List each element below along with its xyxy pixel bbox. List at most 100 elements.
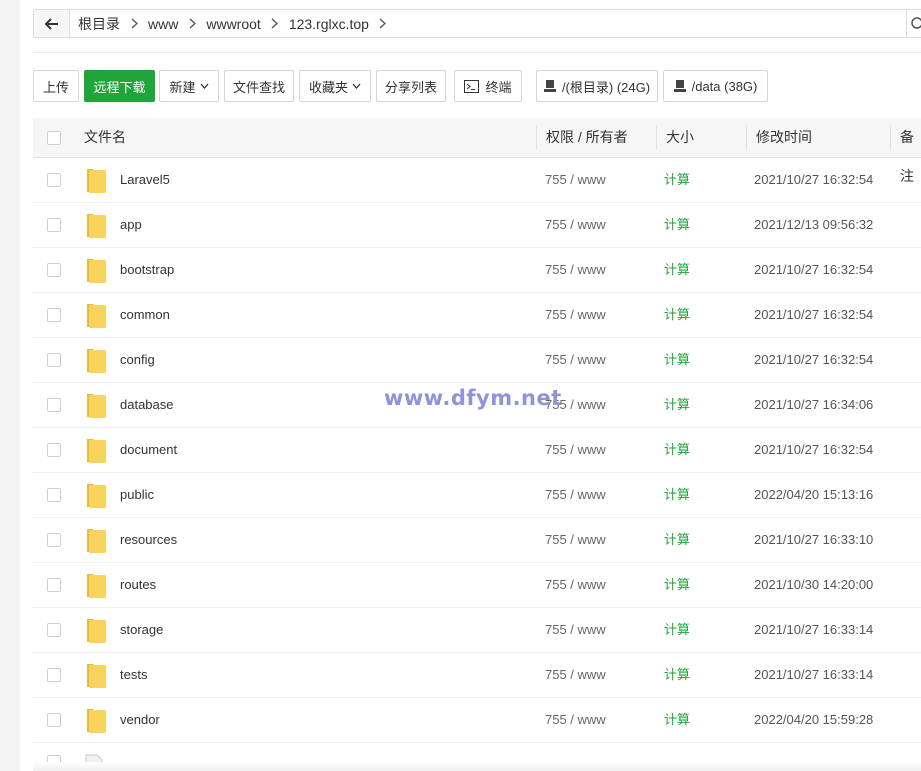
row-checkbox[interactable]: [47, 488, 61, 502]
file-permission[interactable]: 755 / www: [545, 293, 606, 337]
row-checkbox[interactable]: [47, 713, 61, 727]
file-name[interactable]: resources: [120, 518, 177, 562]
file-name[interactable]: common: [120, 293, 170, 337]
file-permission[interactable]: 755 / www: [545, 203, 606, 247]
file-permission[interactable]: 755 / www: [545, 338, 606, 382]
file-name[interactable]: storage: [120, 608, 163, 652]
file-name[interactable]: bootstrap: [120, 248, 174, 292]
file-name[interactable]: document: [120, 428, 177, 472]
row-checkbox[interactable]: [47, 218, 61, 232]
file-permission[interactable]: 755 / www: [545, 428, 606, 472]
calculate-size-link[interactable]: 计算: [664, 563, 690, 607]
calculate-size-link[interactable]: 计算: [664, 428, 690, 472]
table-row[interactable]: tests 755 / www 计算 2021/10/27 16:33:14: [33, 653, 921, 698]
calculate-size-link[interactable]: 计算: [664, 248, 690, 292]
row-checkbox[interactable]: [47, 398, 61, 412]
file-name[interactable]: vendor: [120, 698, 160, 742]
calculate-size-link[interactable]: 计算: [664, 383, 690, 427]
table-row[interactable]: vendor 755 / www 计算 2022/04/20 15:59:28: [33, 698, 921, 743]
arrow-left-icon: [44, 17, 58, 30]
header-size[interactable]: 大小: [666, 118, 694, 157]
path-bar: 根目录 www wwwroot 123.rglxc.top: [33, 9, 921, 38]
column-divider: [746, 126, 747, 150]
file-permission[interactable]: 755 / www: [545, 563, 606, 607]
file-name[interactable]: app: [120, 203, 142, 247]
new-button[interactable]: 新建: [159, 70, 219, 102]
calculate-size-link[interactable]: 计算: [664, 518, 690, 562]
folder-icon: [85, 392, 107, 422]
breadcrumb-root[interactable]: 根目录: [78, 14, 120, 34]
disk-root-button[interactable]: /(根目录) (24G): [536, 70, 658, 102]
remote-download-button[interactable]: 远程下载: [84, 70, 155, 102]
file-permission[interactable]: 755 / www: [545, 158, 606, 202]
folder-icon: [85, 707, 107, 737]
calculate-size-link[interactable]: 计算: [664, 203, 690, 247]
calculate-size-link[interactable]: 计算: [664, 338, 690, 382]
file-name[interactable]: public: [120, 473, 154, 517]
header-mtime[interactable]: 修改时间: [756, 118, 812, 157]
file-search-button[interactable]: 文件查找: [224, 70, 294, 102]
row-checkbox[interactable]: [47, 668, 61, 682]
calculate-size-link[interactable]: 计算: [664, 293, 690, 337]
file-name[interactable]: Laravel5: [120, 158, 170, 202]
favorites-button[interactable]: 收藏夹: [299, 70, 371, 102]
file-permission[interactable]: 755 / www: [545, 608, 606, 652]
folder-icon: [85, 662, 107, 692]
header-permission[interactable]: 权限 / 所有者: [546, 118, 628, 157]
row-checkbox[interactable]: [47, 623, 61, 637]
file-mtime: 2021/10/27 16:34:06: [754, 397, 874, 412]
breadcrumb-wwwroot[interactable]: wwwroot: [206, 16, 260, 32]
terminal-button[interactable]: 终端: [454, 70, 522, 102]
breadcrumb-site[interactable]: 123.rglxc.top: [289, 16, 369, 32]
file-permission[interactable]: 755 / www: [545, 473, 606, 517]
search-icon: [911, 16, 921, 29]
folder-icon: [85, 257, 107, 287]
table-row[interactable]: public 755 / www 计算 2022/04/20 15:13:16: [33, 473, 921, 518]
table-row[interactable]: common 755 / www 计算 2021/10/27 16:32:54: [33, 293, 921, 338]
search-button[interactable]: [906, 10, 921, 37]
breadcrumb-www[interactable]: www: [148, 16, 178, 32]
row-checkbox[interactable]: [47, 263, 61, 277]
header-note[interactable]: 备注: [900, 118, 921, 184]
table-header: 文件名 权限 / 所有者 大小 修改时间 备注: [33, 118, 921, 184]
row-checkbox[interactable]: [47, 173, 61, 187]
table-row[interactable]: bootstrap 755 / www 计算 2021/10/27 16:32:…: [33, 248, 921, 293]
table-row[interactable]: config 755 / www 计算 2021/10/27 16:32:54: [33, 338, 921, 383]
table-row[interactable]: document 755 / www 计算 2021/10/27 16:32:5…: [33, 428, 921, 473]
calculate-size-link[interactable]: 计算: [664, 608, 690, 652]
back-button[interactable]: [34, 10, 70, 37]
row-checkbox[interactable]: [47, 578, 61, 592]
file-name[interactable]: routes: [120, 563, 156, 607]
upload-label: 上传: [42, 79, 69, 95]
row-checkbox[interactable]: [47, 353, 61, 367]
file-permission[interactable]: 755 / www: [545, 698, 606, 742]
header-filename[interactable]: 文件名: [84, 118, 126, 157]
calculate-size-link[interactable]: 计算: [664, 698, 690, 742]
upload-button[interactable]: 上传: [33, 70, 79, 102]
folder-icon: [85, 437, 107, 467]
file-name[interactable]: tests: [120, 653, 147, 697]
file-permission[interactable]: 755 / www: [545, 653, 606, 697]
share-list-button[interactable]: 分享列表: [376, 70, 446, 102]
select-all-checkbox[interactable]: [47, 131, 61, 145]
row-checkbox[interactable]: [47, 308, 61, 322]
file-permission[interactable]: 755 / www: [545, 248, 606, 292]
calculate-size-link[interactable]: 计算: [664, 473, 690, 517]
calculate-size-link[interactable]: 计算: [664, 158, 690, 202]
file-permission[interactable]: 755 / www: [545, 518, 606, 562]
row-checkbox[interactable]: [47, 533, 61, 547]
file-name[interactable]: database: [120, 383, 174, 427]
disk-icon: [543, 80, 556, 92]
table-row[interactable]: app 755 / www 计算 2021/12/13 09:56:32: [33, 203, 921, 248]
scroll-fade: [33, 762, 921, 771]
table-row[interactable]: Laravel5 755 / www 计算 2021/10/27 16:32:5…: [33, 158, 921, 203]
file-mtime: 2021/10/27 16:33:10: [754, 532, 874, 547]
calculate-size-link[interactable]: 计算: [664, 653, 690, 697]
file-name[interactable]: config: [120, 338, 155, 382]
row-checkbox[interactable]: [47, 443, 61, 457]
table-row[interactable]: resources 755 / www 计算 2021/10/27 16:33:…: [33, 518, 921, 563]
disk-data-button[interactable]: /data (38G): [663, 70, 768, 102]
table-row[interactable]: storage 755 / www 计算 2021/10/27 16:33:14: [33, 608, 921, 653]
table-row[interactable]: routes 755 / www 计算 2021/10/30 14:20:00: [33, 563, 921, 608]
chevron-right-icon: [178, 18, 206, 29]
